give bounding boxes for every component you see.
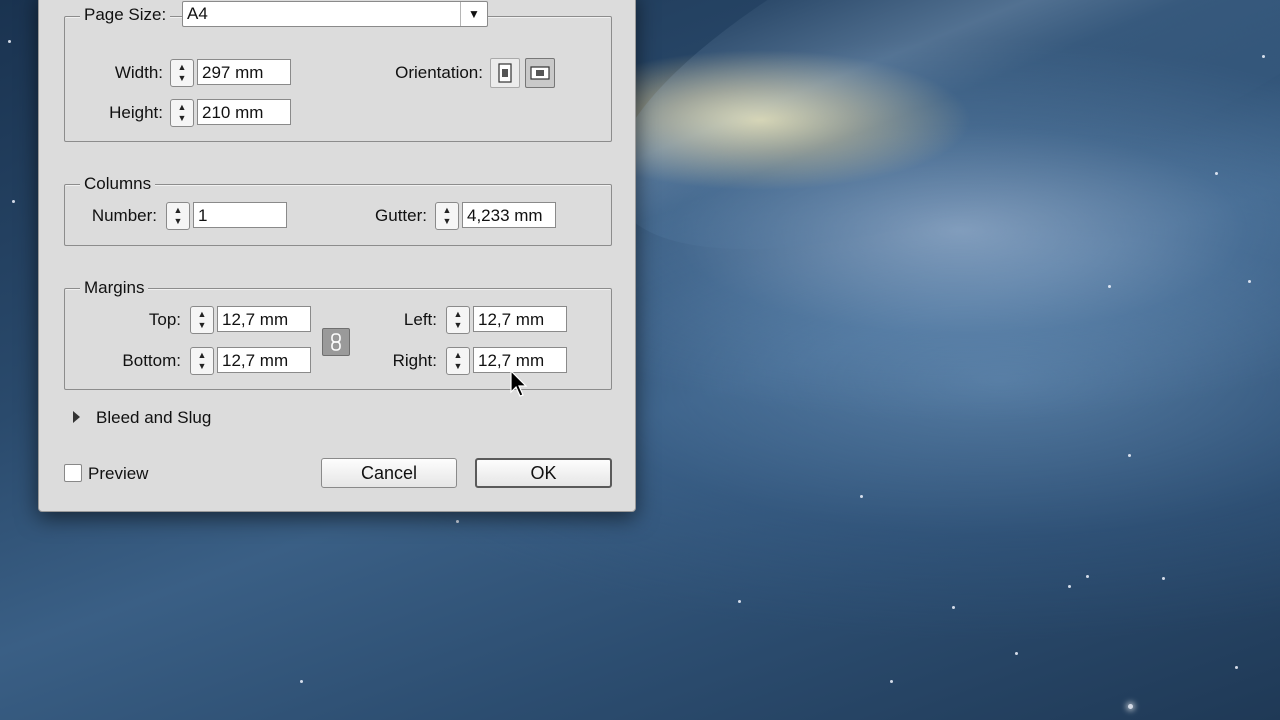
arrow-down-icon: ▼ <box>442 216 452 226</box>
arrow-down-icon: ▼ <box>453 361 463 371</box>
star <box>1086 575 1089 578</box>
arrow-down-icon: ▼ <box>453 320 463 330</box>
star <box>860 495 863 498</box>
ok-button[interactable]: OK <box>475 458 612 488</box>
landscape-orientation-button[interactable] <box>525 58 555 88</box>
height-label: Height: <box>109 103 163 122</box>
bottom-stepper[interactable]: ▲ ▼ <box>190 347 214 375</box>
number-stepper[interactable]: ▲ ▼ <box>166 202 190 230</box>
top-label: Top: <box>148 310 181 329</box>
desktop-galaxy <box>560 0 1280 339</box>
width-stepper[interactable]: ▲ ▼ <box>170 59 194 87</box>
star <box>1162 577 1165 580</box>
star <box>456 520 459 523</box>
star <box>1248 280 1251 283</box>
star <box>8 40 11 43</box>
bottom-label: Bottom: <box>122 351 181 370</box>
portrait-page-icon <box>498 63 512 83</box>
top-input[interactable]: 12,7 mm <box>217 306 311 332</box>
link-margins-button[interactable] <box>322 328 350 356</box>
star <box>1128 454 1131 457</box>
star <box>1262 55 1265 58</box>
top-stepper[interactable]: ▲ ▼ <box>190 306 214 334</box>
page-size-value: A4 <box>187 4 208 23</box>
arrow-up-icon: ▲ <box>453 309 463 319</box>
preview-label: Preview <box>88 464 149 483</box>
width-input[interactable]: 297 mm <box>197 59 291 85</box>
number-input[interactable]: 1 <box>193 202 287 228</box>
document-setup-dialog: Page Size: A4 ▼ Width: ▲ ▼ 297 mm Height:… <box>38 0 636 512</box>
left-input[interactable]: 12,7 mm <box>473 306 567 332</box>
arrow-up-icon: ▲ <box>177 62 187 72</box>
number-label: Number: <box>91 206 157 225</box>
arrow-up-icon: ▲ <box>453 350 463 360</box>
mouse-pointer-icon <box>510 370 528 397</box>
arrow-down-icon: ▼ <box>177 113 187 123</box>
arrow-up-icon: ▲ <box>177 102 187 112</box>
right-label: Right: <box>392 351 437 370</box>
star <box>738 600 741 603</box>
cancel-button[interactable]: Cancel <box>321 458 457 488</box>
arrow-up-icon: ▲ <box>173 205 183 215</box>
star <box>1108 285 1111 288</box>
star <box>1215 172 1218 175</box>
arrow-down-icon: ▼ <box>197 361 207 371</box>
left-stepper[interactable]: ▲ ▼ <box>446 306 470 334</box>
star <box>1015 652 1018 655</box>
margins-title: Margins <box>80 278 149 298</box>
width-label: Width: <box>114 63 163 82</box>
star <box>952 606 955 609</box>
landscape-page-icon <box>530 66 550 80</box>
arrow-up-icon: ▲ <box>197 350 207 360</box>
star <box>300 680 303 683</box>
arrow-down-icon: ▼ <box>173 216 183 226</box>
arrow-up-icon: ▲ <box>197 309 207 319</box>
page-size-label: Page Size: <box>80 5 171 25</box>
preview-checkbox[interactable] <box>64 464 82 482</box>
star <box>1128 704 1133 709</box>
star <box>1068 585 1071 588</box>
arrow-down-icon: ▼ <box>197 320 207 330</box>
disclosure-triangle-icon[interactable] <box>73 411 80 423</box>
height-stepper[interactable]: ▲ ▼ <box>170 99 194 127</box>
columns-title: Columns <box>80 174 156 194</box>
page-size-select[interactable]: A4 ▼ <box>182 1 488 27</box>
star <box>12 200 15 203</box>
portrait-orientation-button[interactable] <box>490 58 520 88</box>
gutter-input[interactable]: 4,233 mm <box>462 202 556 228</box>
gutter-label: Gutter: <box>375 206 427 225</box>
arrow-down-icon: ▼ <box>177 73 187 83</box>
left-label: Left: <box>403 310 437 329</box>
bottom-input[interactable]: 12,7 mm <box>217 347 311 373</box>
arrow-up-icon: ▲ <box>442 205 452 215</box>
chevron-down-icon: ▼ <box>460 2 487 26</box>
bleed-and-slug-toggle[interactable]: Bleed and Slug <box>96 408 211 428</box>
chain-link-icon <box>331 333 341 351</box>
right-stepper[interactable]: ▲ ▼ <box>446 347 470 375</box>
star <box>1235 666 1238 669</box>
orientation-label: Orientation: <box>395 63 483 82</box>
star <box>890 680 893 683</box>
height-input[interactable]: 210 mm <box>197 99 291 125</box>
gutter-stepper[interactable]: ▲ ▼ <box>435 202 459 230</box>
